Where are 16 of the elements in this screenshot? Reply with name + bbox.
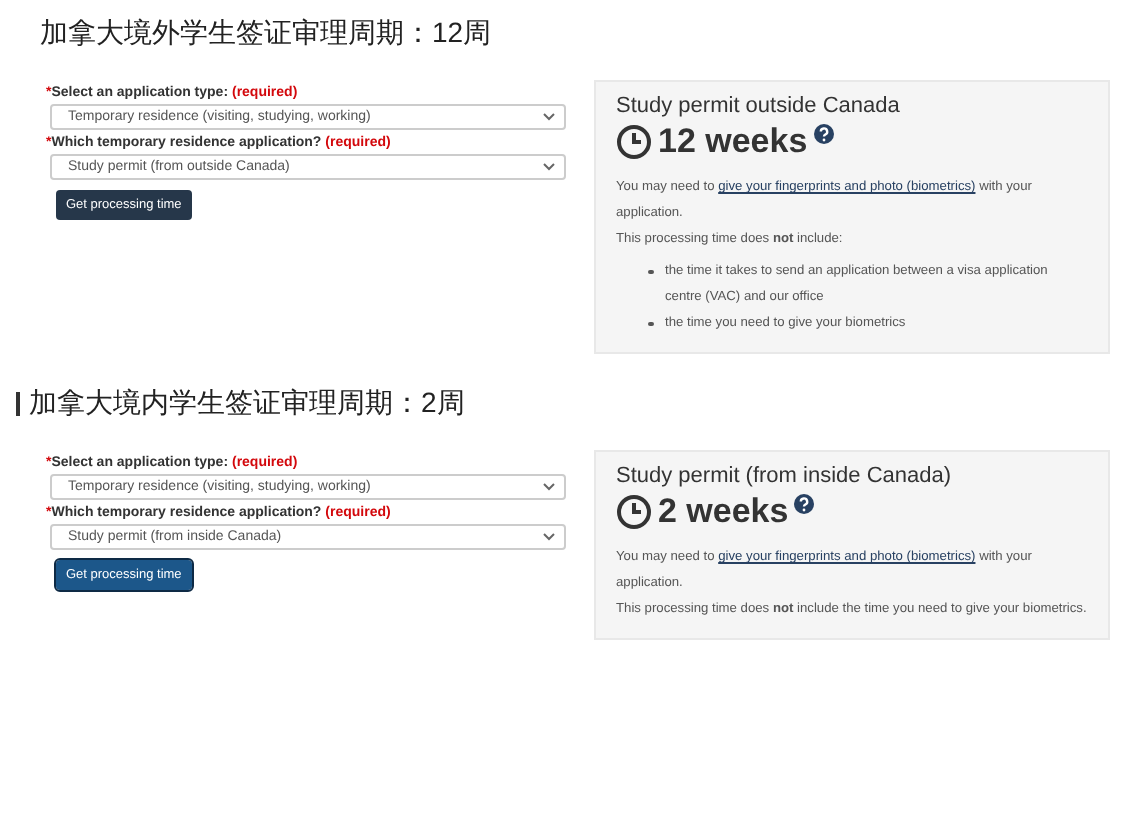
card-title: Study permit outside Canada bbox=[616, 94, 902, 118]
chevron-icon bbox=[542, 162, 556, 172]
help-icon[interactable] bbox=[794, 494, 815, 514]
chevron-icon bbox=[542, 532, 556, 542]
chevron-icon bbox=[542, 482, 556, 492]
chevron-icon bbox=[542, 112, 556, 122]
clock-icon bbox=[616, 124, 652, 160]
section-heading: 加拿大境内学生签证审理周期：2周 bbox=[29, 386, 465, 422]
help-icon[interactable] bbox=[813, 124, 834, 144]
bullet-icon bbox=[648, 321, 653, 326]
duration-text: 12 weeks bbox=[658, 122, 808, 162]
bullet-icon bbox=[648, 269, 653, 274]
clock-icon bbox=[616, 494, 652, 530]
duration-text: 2 weeks bbox=[658, 492, 789, 532]
card-title: Study permit (from inside Canada) bbox=[616, 464, 954, 488]
section-heading: 加拿大境外学生签证审理周期：12周 bbox=[38, 16, 492, 52]
